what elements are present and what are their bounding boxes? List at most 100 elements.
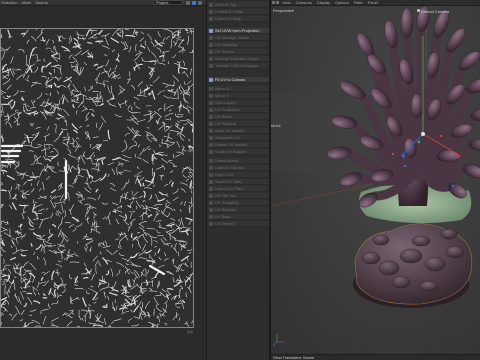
viewport-menu-panel[interactable]: Panel <box>368 0 378 5</box>
command-item[interactable]: UV Bake <box>208 214 269 220</box>
command-item-label: UV Bake <box>215 214 231 219</box>
command-item[interactable]: Rotate UV Islands <box>208 142 269 148</box>
command-item[interactable]: Straighten UV <box>208 135 269 141</box>
layout-icon <box>209 186 213 191</box>
command-item-label: UV Tile Tool <box>215 193 237 198</box>
command-item-label: Layout UV Tiles <box>215 186 244 191</box>
viewport-footer: View Transform: Scene <box>271 354 480 360</box>
command-item-label: UV Manager Editor <box>215 35 250 40</box>
command-item[interactable]: Mirror U <box>208 86 269 92</box>
mirror-icon <box>209 86 213 91</box>
command-item-label: Fit UV to Canvas <box>215 77 246 82</box>
command-item[interactable]: UV Packing <box>208 121 269 127</box>
command-item-label: Transfer UVs to Polygon <box>215 63 259 68</box>
command-item-label: Rotate UV Islands <box>215 142 248 147</box>
uv-menu-mesh[interactable]: Mesh <box>21 0 31 5</box>
command-item[interactable]: Unwrap Selection Edges <box>208 56 269 62</box>
grid-icon <box>209 35 213 40</box>
command-item[interactable]: UV Tile Tool <box>208 193 269 199</box>
viewport-menu-filter[interactable]: Filter <box>354 0 363 5</box>
command-item-label: Align UV Islands <box>215 128 245 133</box>
layout-icon[interactable] <box>272 1 275 4</box>
uv-tool-icon[interactable] <box>186 1 190 5</box>
viewport-menu-cameras[interactable]: Cameras <box>296 0 312 5</box>
pack-icon <box>209 121 213 126</box>
command-item-label: UV Relax <box>215 114 232 119</box>
relax-icon <box>209 114 213 119</box>
straighten-icon <box>209 135 213 140</box>
command-item-label: UV Seams <box>215 49 235 54</box>
command-item[interactable]: Align UV Islands <box>208 128 269 134</box>
command-item[interactable]: Set UVW from Projection <box>208 28 269 34</box>
lock-icon <box>209 165 213 170</box>
command-item-label: Mirror U <box>215 86 230 91</box>
command-item-label: Cubic UV Map <box>215 16 241 21</box>
viewport-panel: View Cameras Display Options Filter Pane… <box>271 0 480 360</box>
command-item-label: UV Retouch <box>215 207 237 212</box>
uv-menu-selection[interactable]: Selection <box>1 0 17 5</box>
command-item[interactable]: Grid Layout <box>208 100 269 106</box>
viewport-menu-display[interactable]: Display <box>317 0 330 5</box>
command-item[interactable]: UV Projection <box>208 107 269 113</box>
maximize-icon[interactable] <box>276 1 279 4</box>
command-item[interactable]: Select Island <box>208 158 269 164</box>
command-item[interactable]: UV Seams <box>208 49 269 55</box>
uv-settings-icon[interactable] <box>198 1 202 5</box>
command-item[interactable]: Fit UV to Canvas <box>208 77 269 83</box>
brush-icon <box>209 207 213 212</box>
command-item-label: Straighten UV <box>215 135 240 140</box>
command-item-label: UV Projection <box>215 107 240 112</box>
command-item[interactable]: UV Mapping <box>208 42 269 48</box>
uv-editor-panel: Selection Mesh Seams Project 1,0 <box>0 0 206 360</box>
command-item[interactable]: Cubic UV Map <box>208 16 269 22</box>
command-item[interactable]: Stack UV Tiles <box>208 179 269 185</box>
camera-icon <box>417 9 420 12</box>
command-item[interactable]: UV Snapping <box>208 200 269 206</box>
viewport-camera-label[interactable]: Default Camera <box>421 9 449 14</box>
grid-icon <box>209 42 213 47</box>
command-item[interactable]: UV Manager Editor <box>208 35 269 41</box>
command-item[interactable]: Layer UVs <box>208 172 269 178</box>
command-item[interactable]: Add UV Tag <box>208 2 269 8</box>
command-item-label: UV Snapping <box>215 200 239 205</box>
command-item-label: UV Mapping <box>215 42 238 47</box>
tag-icon <box>209 2 213 7</box>
command-item[interactable]: Mirror V <box>208 93 269 99</box>
command-item[interactable]: Layout UV Tiles <box>208 186 269 192</box>
fit-icon <box>209 77 213 82</box>
uv-display-icon[interactable] <box>192 1 196 5</box>
command-item-label: Frontal UV Map <box>215 9 244 14</box>
projection-icon <box>209 28 213 33</box>
command-item[interactable]: Scale UV Islands <box>208 149 269 155</box>
command-item[interactable]: UV Retouch <box>208 207 269 213</box>
select-icon <box>209 158 213 163</box>
cube-icon <box>209 9 213 14</box>
terrain-icon <box>209 221 213 226</box>
uv-toolbar <box>186 0 202 5</box>
viewport-layout-icons <box>272 0 279 4</box>
command-item[interactable]: UV Terrain <box>208 221 269 227</box>
viewport-menu-options[interactable]: Options <box>335 0 349 5</box>
command-item-label: Stack UV Tiles <box>215 179 242 184</box>
command-item-label: UV Terrain <box>215 221 234 226</box>
stack-icon <box>209 179 213 184</box>
grid-icon <box>209 100 213 105</box>
uv-menu-seams[interactable]: Seams <box>35 0 47 5</box>
projection-icon <box>209 107 213 112</box>
command-item-label: Layer UVs <box>215 172 234 177</box>
command-item[interactable]: Lock UV Islands <box>208 165 269 171</box>
viewport-projection-label: Perspective <box>273 8 294 13</box>
cube-icon <box>209 16 213 21</box>
viewport-scene[interactable] <box>271 6 480 354</box>
command-item[interactable]: Frontal UV Map <box>208 9 269 15</box>
layer-icon <box>209 172 213 177</box>
uv-mode-dropdown[interactable]: Project <box>153 0 183 5</box>
command-item[interactable]: Transfer UVs to Polygon <box>208 63 269 69</box>
command-item-label: UV Packing <box>215 121 236 126</box>
uv-canvas[interactable] <box>0 28 194 328</box>
command-item[interactable]: UV Relax <box>208 114 269 120</box>
command-item-label: Mirror V <box>215 93 230 98</box>
command-item-label: Select Island <box>215 158 238 163</box>
tile-icon <box>209 193 213 198</box>
viewport-menu-view[interactable]: View <box>282 0 291 5</box>
